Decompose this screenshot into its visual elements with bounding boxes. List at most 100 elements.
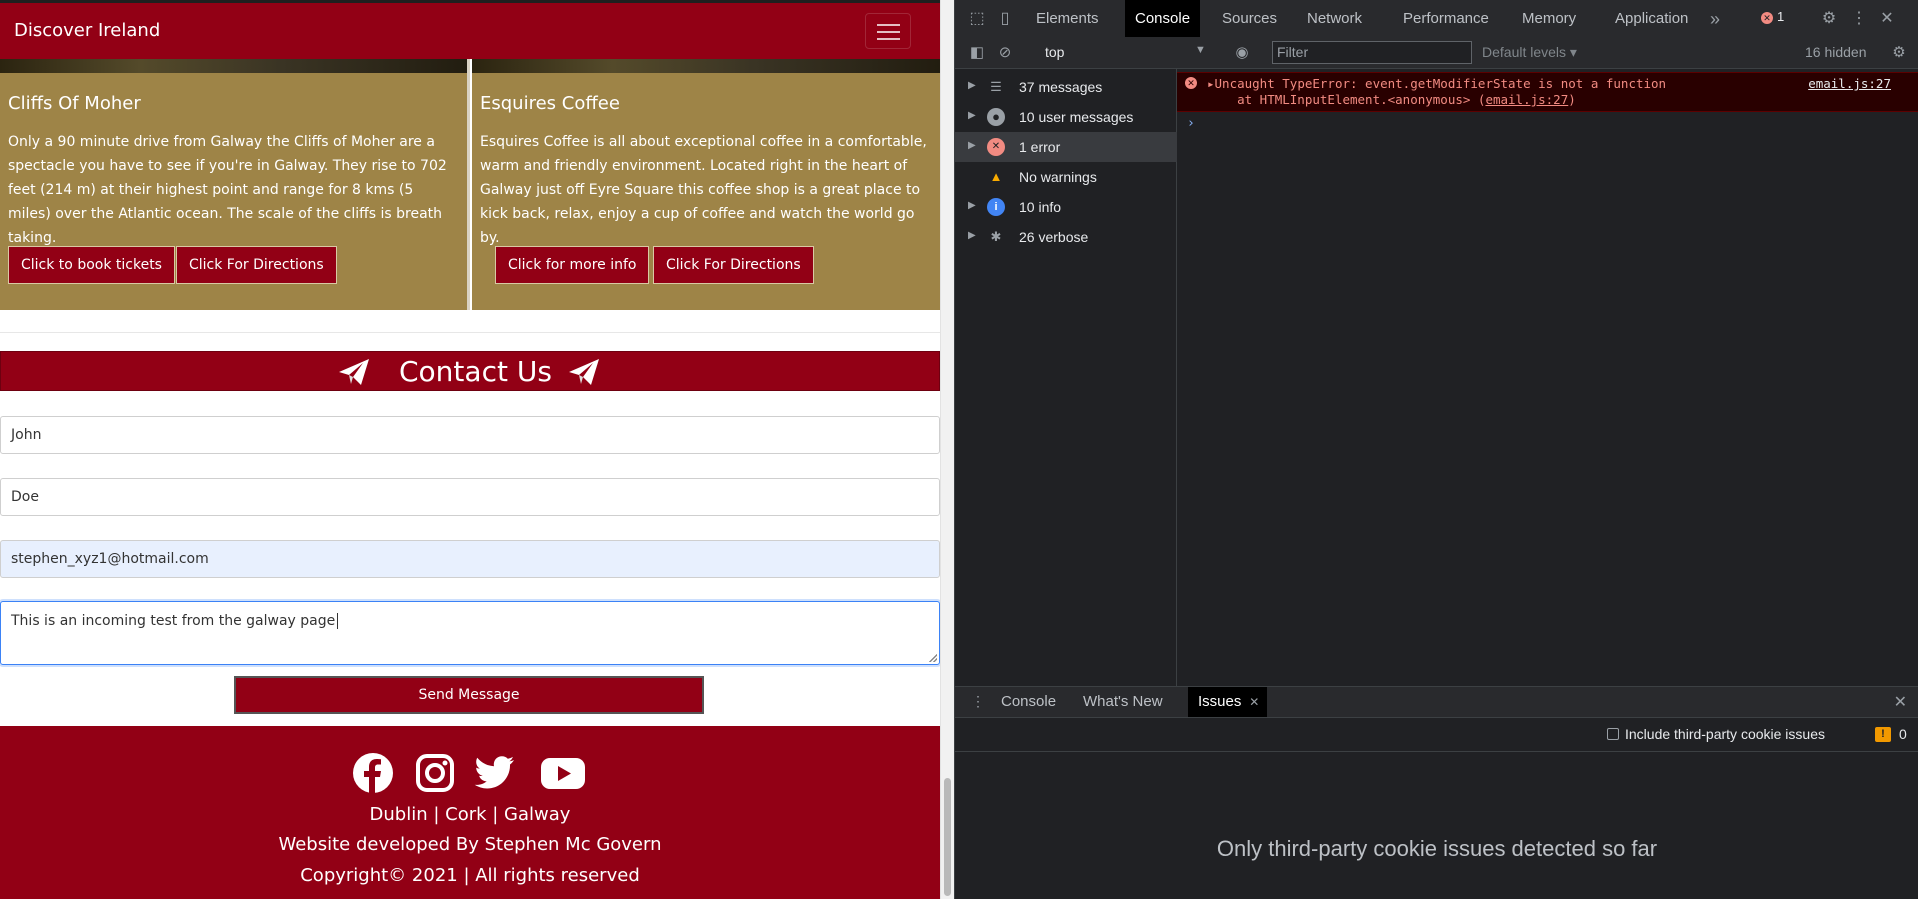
card-title: Cliffs Of Moher [8, 93, 141, 114]
tab-network[interactable]: Network [1297, 0, 1372, 37]
log-levels-dropdown[interactable]: Default levels ▾ [1482, 44, 1577, 61]
send-message-button[interactable]: Send Message [234, 676, 704, 714]
error-line: ▸Uncaught TypeError: event.getModifierSt… [1207, 76, 1666, 91]
sidebar-item-errors[interactable]: ▶ ✕ 1 error [955, 132, 1177, 162]
drawer-tab-label: Issues [1198, 693, 1242, 710]
sidebar-item-label: 37 messages [1019, 79, 1103, 95]
error-count-badge[interactable]: ✕ 1 [1761, 9, 1784, 24]
instagram-icon[interactable] [414, 752, 456, 794]
filter-input[interactable]: Filter [1272, 41, 1472, 64]
eye-icon[interactable]: ◉ [1232, 43, 1252, 63]
console-prompt[interactable]: › [1187, 116, 1195, 131]
menu-bar-icon [877, 24, 900, 26]
list-icon: ☰ [990, 79, 1002, 94]
resize-grip-icon[interactable] [929, 654, 937, 662]
email-field[interactable]: stephen_xyz1@hotmail.com [0, 540, 940, 578]
console-output: ✕ ▸Uncaught TypeError: event.getModifier… [1177, 68, 1918, 686]
error-icon: ✕ [987, 138, 1005, 156]
tab-memory[interactable]: Memory [1512, 0, 1586, 37]
issues-empty-message: Only third-party cookie issues detected … [1216, 836, 1658, 861]
tab-performance[interactable]: Performance [1393, 0, 1499, 37]
sidebar-item-verbose[interactable]: ▶ ✱ 26 verbose [955, 222, 1177, 252]
expand-arrow-icon: ▶ [968, 140, 976, 151]
card-esquires-coffee: Esquires Coffee Esquires Coffee is all a… [472, 59, 940, 310]
navbar: Discover Ireland [0, 3, 940, 59]
card-text: Only a 90 minute drive from Galway the C… [8, 134, 447, 246]
last-name-field[interactable]: Doe [0, 478, 940, 516]
sidebar-item-label: No warnings [1019, 169, 1097, 185]
drawer-menu-icon[interactable]: ⋮ [971, 693, 985, 710]
sidebar-item-user-messages[interactable]: ▶ ● 10 user messages [955, 102, 1177, 132]
issue-count: 0 [1899, 726, 1907, 742]
scrollbar-thumb[interactable] [944, 778, 951, 896]
issues-toolbar: Include third-party cookie issues ! 0 [955, 718, 1918, 752]
close-drawer-icon[interactable]: ✕ [1894, 692, 1907, 712]
expand-arrow-icon: ▶ [968, 80, 976, 91]
tab-application[interactable]: Application [1605, 0, 1698, 37]
context-selector[interactable]: top [1045, 44, 1064, 60]
drawer-tab-console[interactable]: Console [991, 687, 1066, 717]
menu-bar-icon [877, 38, 900, 40]
message-text: This is an incoming test from the galway… [11, 613, 336, 629]
first-name-field[interactable]: John [0, 416, 940, 454]
card-image [472, 59, 940, 73]
youtube-icon[interactable] [540, 752, 586, 794]
bug-icon: ✱ [990, 229, 1002, 244]
expand-arrow-icon: ▶ [968, 200, 976, 211]
directions-button[interactable]: Click For Directions [176, 246, 337, 284]
twitter-icon[interactable] [474, 752, 516, 794]
user-icon: ● [987, 108, 1005, 126]
expand-arrow-icon[interactable]: ▸ [1207, 76, 1215, 91]
error-icon: ✕ [1185, 77, 1197, 89]
footer: Dublin | Cork | Galway Website developed… [0, 726, 940, 899]
message-textarea[interactable]: This is an incoming test from the galway… [0, 601, 940, 665]
sidebar-item-messages[interactable]: ▶ ☰ 37 messages [955, 72, 1177, 102]
sidebar-item-label: 10 user messages [1019, 109, 1134, 125]
stack-trace-line: at HTMLInputElement.<anonymous> (email.j… [1207, 92, 1576, 107]
divider [0, 332, 940, 333]
console-sidebar: ▶ ☰ 37 messages ▶ ● 10 user messages ▶ ✕… [955, 68, 1177, 686]
page-scrollbar[interactable] [940, 0, 954, 899]
devtools-tabbar: ⬚ ▯ Elements Console Sources Network Per… [955, 0, 1918, 38]
directions-button[interactable]: Click For Directions [653, 246, 814, 284]
sidebar-item-info[interactable]: ▶ i 10 info [955, 192, 1177, 222]
error-source-link[interactable]: email.js:27 [1808, 76, 1891, 91]
book-tickets-button[interactable]: Click to book tickets [8, 246, 175, 284]
close-devtools-icon[interactable]: ✕ [1877, 9, 1897, 29]
more-tabs-icon[interactable]: » [1705, 9, 1725, 29]
sidebar-item-label: 26 verbose [1019, 229, 1089, 245]
console-toolbar: ◧ ⊘ top ▼ ◉ Filter Default levels ▾ 16 h… [955, 37, 1918, 69]
brand-link[interactable]: Discover Ireland [14, 20, 160, 41]
device-toolbar-icon[interactable]: ▯ [995, 9, 1015, 29]
expand-arrow-icon: ▶ [968, 230, 976, 241]
clear-console-icon[interactable]: ⊘ [995, 43, 1015, 63]
settings-gear-icon[interactable]: ⚙ [1819, 9, 1839, 29]
checkbox-label: Include third-party cookie issues [1625, 726, 1825, 742]
inspect-element-icon[interactable]: ⬚ [967, 9, 987, 29]
tab-console[interactable]: Console [1125, 0, 1201, 37]
tab-elements[interactable]: Elements [1026, 0, 1109, 37]
console-settings-gear-icon[interactable]: ⚙ [1889, 43, 1909, 63]
chevron-down-icon[interactable]: ▼ [1195, 44, 1206, 56]
hamburger-menu-button[interactable] [865, 13, 911, 49]
paper-plane-icon [569, 359, 599, 385]
drawer-tab-whats-new[interactable]: What's New [1073, 687, 1173, 717]
console-error-message[interactable]: ✕ ▸Uncaught TypeError: event.getModifier… [1177, 72, 1918, 112]
card-title: Esquires Coffee [480, 93, 620, 114]
drawer-tab-issues[interactable]: Issues ✕ [1188, 687, 1268, 717]
error-count: 1 [1777, 9, 1785, 24]
error-text: Uncaught TypeError: event.getModifierSta… [1214, 76, 1667, 91]
close-tab-icon[interactable]: ✕ [1249, 687, 1259, 717]
kebab-menu-icon[interactable]: ⋮ [1849, 9, 1869, 29]
card-text: Esquires Coffee is all about exceptional… [480, 134, 927, 246]
facebook-icon[interactable] [352, 752, 394, 794]
tab-sources[interactable]: Sources [1212, 0, 1287, 37]
sidebar-item-label: 10 info [1019, 199, 1062, 215]
sidebar-toggle-icon[interactable]: ◧ [967, 43, 987, 63]
third-party-cookie-checkbox[interactable] [1607, 728, 1619, 740]
more-info-button[interactable]: Click for more info [495, 246, 650, 284]
contact-title: Contact Us [399, 355, 552, 388]
menu-bar-icon [877, 31, 900, 33]
sidebar-item-warnings[interactable]: ▲ No warnings [955, 162, 1177, 192]
stack-source-link[interactable]: email.js:27 [1485, 92, 1568, 107]
